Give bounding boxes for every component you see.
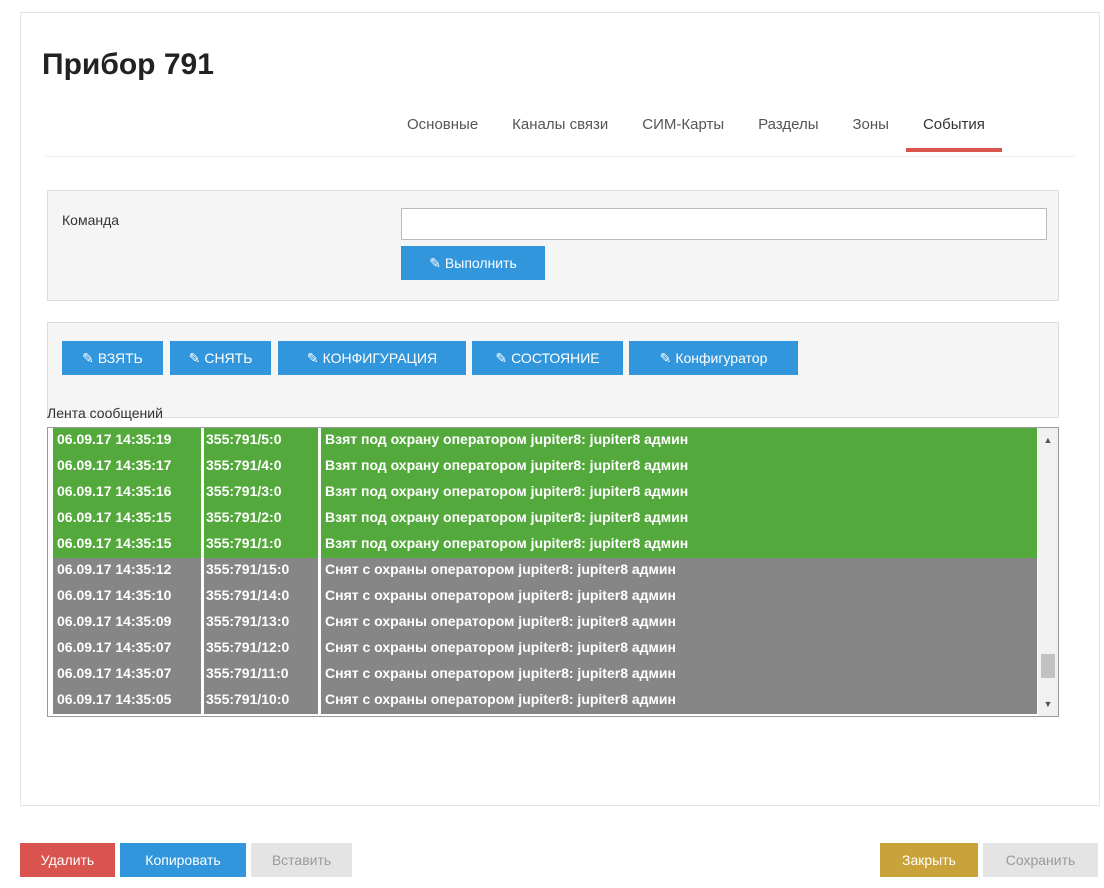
feed-row-time: 06.09.17 14:35:16 [53,480,204,506]
feed-row-message: Снят с охраны оператором jupiter8: jupit… [325,691,676,707]
feed-row[interactable]: 06.09.17 14:35:07 355:791/11:0 Снят с охра… [53,662,1037,688]
feed-row-id: 355:791/1:0 [204,532,321,558]
feed-row-message: Взят под охрану оператором jupiter8: jup… [325,483,689,499]
feed-row[interactable]: 06.09.17 14:35:07 355:791/12:0 Снят с охра… [53,636,1037,662]
arm-button[interactable]: ✎ ВЗЯТЬ [62,341,163,375]
feed-scrollbar[interactable]: ▲ ▼ [1038,428,1058,716]
feed-row-time: 06.09.17 14:35:12 [53,558,204,584]
feed-row[interactable]: 06.09.17 14:35:12 355:791/15:0 Снят с охра… [53,558,1037,584]
feed-row[interactable]: 06.09.17 14:35:10 355:791/14:0 Снят с охра… [53,584,1037,610]
feed-row-message: Снят с охраны оператором jupiter8: jupit… [325,613,676,629]
feed-row[interactable]: 06.09.17 14:35:15 355:791/2:0 Взят под охр… [53,506,1037,532]
edit-icon: ✎ [659,350,672,366]
feed-row-time: 06.09.17 14:35:07 [53,662,204,688]
feed-row-message: Взят под охрану оператором jupiter8: jup… [325,509,689,525]
feed-row[interactable]: 06.09.17 14:35:16 355:791/3:0 Взят под охр… [53,480,1037,506]
feed-row[interactable]: 06.09.17 14:35:15 355:791/1:0 Взят под охр… [53,532,1037,558]
tab-bar: Основные Каналы связи СИМ-Карты Разделы … [390,112,1002,152]
tab-sim-cards[interactable]: СИМ-Карты [625,112,741,152]
edit-icon: ✎ [495,350,508,366]
configurator-button-label: Конфигуратор [675,350,768,366]
scroll-down-arrow-icon[interactable]: ▼ [1038,694,1058,714]
feed-row-id: 355:791/15:0 [204,558,321,584]
scroll-up-arrow-icon[interactable]: ▲ [1038,430,1058,450]
feed-row-time: 06.09.17 14:35:15 [53,506,204,532]
feed-row-message: Взят под охрану оператором jupiter8: jup… [325,431,689,447]
feed-row-id: 355:791/13:0 [204,610,321,636]
tab-channels[interactable]: Каналы связи [495,112,625,152]
paste-button[interactable]: Вставить [251,843,352,877]
feed-row-message: Взят под охрану оператором jupiter8: jup… [325,535,689,551]
edit-icon: ✎ [82,350,94,366]
close-button[interactable]: Закрыть [880,843,978,877]
feed-row-time: 06.09.17 14:35:05 [53,688,204,714]
message-feed-rows: 06.09.17 14:35:19 355:791/5:0 Взят под охр… [53,428,1037,714]
edit-icon: ✎ [429,255,441,271]
feed-row-id: 355:791/4:0 [204,454,321,480]
save-button[interactable]: Сохранить [983,843,1098,877]
feed-row-id: 355:791/5:0 [204,428,321,454]
execute-button-label: Выполнить [444,255,517,271]
command-label: Команда [62,212,120,228]
message-feed-log[interactable]: 06.09.17 14:35:19 355:791/5:0 Взят под охр… [47,427,1059,717]
feed-row-time: 06.09.17 14:35:07 [53,636,204,662]
tab-basic[interactable]: Основные [390,112,495,152]
arm-button-label: ВЗЯТЬ [97,350,143,366]
feed-row-id: 355:791/3:0 [204,480,321,506]
feed-row[interactable]: 06.09.17 14:35:05 355:791/10:0 Снят с охра… [53,688,1037,714]
feed-row-id: 355:791/10:0 [204,688,321,714]
status-button[interactable]: ✎ СОСТОЯНИЕ [472,341,623,375]
tab-zones[interactable]: Зоны [835,112,905,152]
feed-row-message: Снят с охраны оператором jupiter8: jupit… [325,639,676,655]
status-button-label: СОСТОЯНИЕ [511,350,600,366]
delete-button[interactable]: Удалить [20,843,115,877]
feed-row-id: 355:791/14:0 [204,584,321,610]
feed-row-time: 06.09.17 14:35:15 [53,532,204,558]
feed-row-id: 355:791/11:0 [204,662,321,688]
configurator-button[interactable]: ✎ Конфигуратор [629,341,798,375]
feed-row-time: 06.09.17 14:35:09 [53,610,204,636]
tab-divider [45,156,1075,157]
feed-row[interactable]: 06.09.17 14:35:19 355:791/5:0 Взят под охр… [53,428,1037,454]
feed-row[interactable]: 06.09.17 14:35:17 355:791/4:0 Взят под охр… [53,454,1037,480]
scrollbar-thumb[interactable] [1041,654,1055,678]
tab-events[interactable]: События [905,112,1002,152]
feed-row-message: Снят с охраны оператором jupiter8: jupit… [325,587,676,603]
feed-row-message: Снят с охраны оператором jupiter8: jupit… [325,665,676,681]
edit-icon: ✎ [306,350,319,366]
message-feed-label: Лента сообщений [47,405,163,421]
feed-row-id: 355:791/12:0 [204,636,321,662]
page-title: Прибор 791 [42,48,214,81]
feed-row-id: 355:791/2:0 [204,506,321,532]
feed-row-time: 06.09.17 14:35:10 [53,584,204,610]
copy-button[interactable]: Копировать [120,843,246,877]
configuration-button-label: КОНФИГУРАЦИЯ [322,350,438,366]
disarm-button-label: СНЯТЬ [204,350,253,366]
feed-row-message: Снят с охраны оператором jupiter8: jupit… [325,561,676,577]
tab-sections[interactable]: Разделы [741,112,835,152]
configuration-button[interactable]: ✎ КОНФИГУРАЦИЯ [278,341,466,375]
feed-row-time: 06.09.17 14:35:17 [53,454,204,480]
feed-row-time: 06.09.17 14:35:19 [53,428,204,454]
feed-row-message: Взят под охрану оператором jupiter8: jup… [325,457,689,473]
command-input[interactable] [401,208,1047,240]
feed-row[interactable]: 06.09.17 14:35:09 355:791/13:0 Снят с охра… [53,610,1037,636]
edit-icon: ✎ [188,350,201,366]
execute-button[interactable]: ✎ Выполнить [401,246,545,280]
command-panel [47,190,1059,301]
disarm-button[interactable]: ✎ СНЯТЬ [170,341,271,375]
